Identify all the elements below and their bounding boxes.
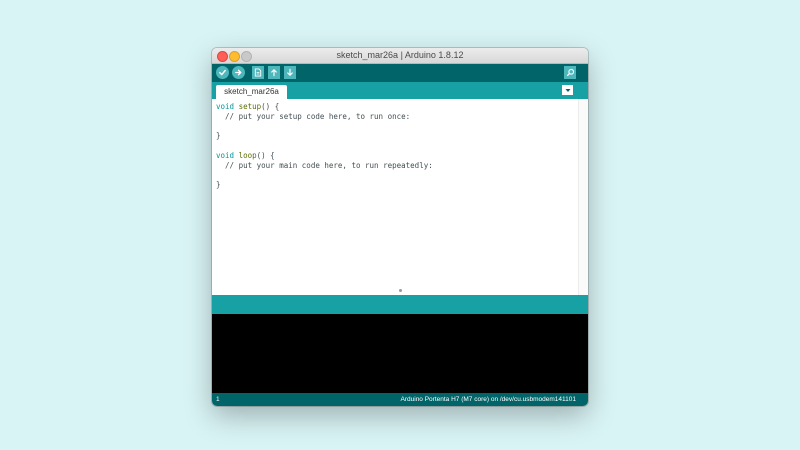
serial-monitor-button[interactable] — [564, 66, 576, 79]
title-bar[interactable]: sketch_mar26a | Arduino 1.8.12 — [212, 48, 588, 64]
code-line: void loop() { — [216, 150, 275, 160]
upload-button[interactable] — [232, 66, 245, 79]
arduino-ide-window: sketch_mar26a | Arduino 1.8.12 sketch_ma… — [212, 48, 588, 406]
pane-resize-handle[interactable] — [399, 289, 402, 292]
editor-scrollbar[interactable] — [578, 99, 588, 295]
tab-sketch[interactable]: sketch_mar26a — [216, 85, 287, 99]
window-title: sketch_mar26a | Arduino 1.8.12 — [336, 50, 464, 60]
verify-button[interactable] — [216, 66, 229, 79]
arrow-down-icon — [287, 68, 293, 76]
console-output[interactable] — [212, 314, 588, 393]
toolbar — [212, 64, 588, 82]
code-line: } — [216, 131, 221, 141]
new-file-icon — [254, 68, 262, 77]
code-line: void setup() { — [216, 102, 280, 111]
open-sketch-button[interactable] — [268, 66, 280, 79]
magnifier-icon — [566, 68, 574, 77]
chevron-down-icon — [565, 88, 570, 92]
status-bar: 1 Arduino Portenta H7 (M7 core) on /dev/… — [212, 393, 588, 406]
code-line: // put your main code here, to run repea… — [216, 160, 433, 170]
new-sketch-button[interactable] — [252, 66, 264, 79]
save-sketch-button[interactable] — [284, 66, 296, 79]
arrow-up-icon — [271, 69, 277, 77]
arrow-right-icon — [235, 69, 242, 76]
tab-bar: sketch_mar26a — [212, 82, 588, 99]
code-line: // put your setup code here, to run once… — [216, 111, 411, 121]
message-bar — [212, 295, 588, 314]
check-icon — [219, 69, 226, 76]
code-content: void setup() { // put your setup code he… — [216, 102, 433, 190]
line-number: 1 — [216, 396, 220, 403]
code-editor[interactable]: void setup() { // put your setup code he… — [212, 99, 588, 295]
board-port-info: Arduino Portenta H7 (M7 core) on /dev/cu… — [400, 396, 576, 403]
tab-menu-button[interactable] — [562, 85, 573, 95]
code-line: } — [216, 180, 221, 190]
